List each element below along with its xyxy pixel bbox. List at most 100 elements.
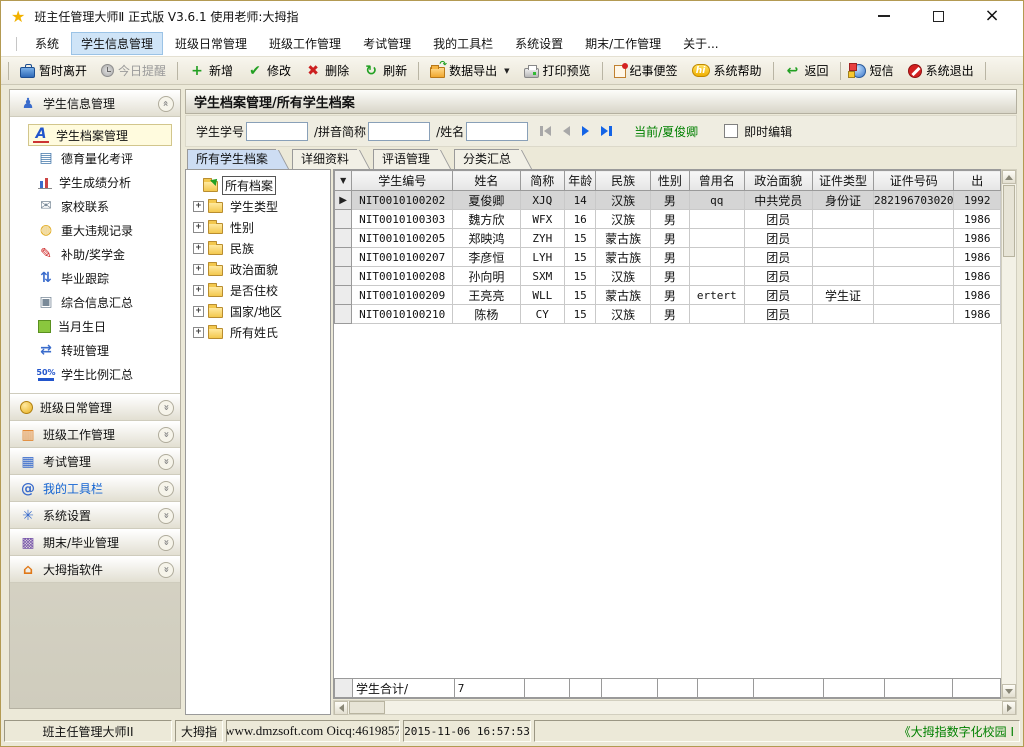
table-cell[interactable]: ertert [689, 286, 744, 305]
expand-plus-icon[interactable]: + [193, 327, 204, 338]
instant-edit-checkbox[interactable] [724, 124, 738, 138]
table-cell[interactable]: 15 [564, 305, 595, 324]
table-cell[interactable]: 蒙古族 [596, 286, 651, 305]
table-cell[interactable]: 男 [650, 191, 689, 210]
toolbar-button-2[interactable]: 今日提醒 [94, 59, 173, 83]
expand-chevron-icon[interactable]: » [158, 562, 174, 578]
menu-item-6[interactable]: 我的工具栏 [423, 32, 503, 55]
row-selector-cell[interactable] [335, 248, 352, 267]
menu-item-5[interactable]: 考试管理 [353, 32, 421, 55]
horizontal-scroll-thumb[interactable] [349, 701, 385, 714]
table-cell[interactable]: 282196703020 [874, 191, 954, 210]
table-cell[interactable]: 汉族 [596, 267, 651, 286]
table-cell[interactable]: 孙向明 [453, 267, 520, 286]
table-cell[interactable]: 1986 [954, 229, 1001, 248]
table-cell[interactable]: 团员 [744, 248, 812, 267]
table-cell[interactable]: 男 [650, 210, 689, 229]
table-cell[interactable] [813, 248, 874, 267]
table-cell[interactable]: 蒙古族 [596, 248, 651, 267]
sidebar-item-0-6[interactable]: ⇅毕业跟踪 [34, 266, 180, 290]
tree-item-1[interactable]: +学生类型 [190, 196, 330, 217]
table-cell[interactable] [689, 305, 744, 324]
table-cell[interactable]: SXM [520, 267, 564, 286]
table-row-2[interactable]: NIT0010100205郑映鸿ZYH15蒙古族男团员1986 [335, 229, 1001, 248]
nav-prev-button[interactable] [563, 126, 570, 136]
table-cell[interactable]: 团员 [744, 286, 812, 305]
toolbar-button-17[interactable]: 短信 [845, 59, 901, 83]
tree-item-3[interactable]: +民族 [190, 238, 330, 259]
expand-plus-icon[interactable]: + [193, 285, 204, 296]
table-cell[interactable]: 王亮亮 [453, 286, 520, 305]
current-row-marker[interactable]: ▶ [335, 191, 352, 210]
expand-plus-icon[interactable]: + [193, 243, 204, 254]
table-cell[interactable]: 夏俊卿 [453, 191, 520, 210]
expand-plus-icon[interactable]: + [193, 222, 204, 233]
table-cell[interactable]: NIT0010100207 [352, 248, 453, 267]
tree-item-6[interactable]: +国家/地区 [190, 301, 330, 322]
table-cell[interactable]: 男 [650, 286, 689, 305]
menu-item-3[interactable]: 班级日常管理 [165, 32, 257, 55]
scroll-up-arrow[interactable] [1002, 170, 1016, 184]
expand-chevron-icon[interactable]: » [158, 535, 174, 551]
table-cell[interactable]: CY [520, 305, 564, 324]
table-cell[interactable]: 1986 [954, 248, 1001, 267]
column-header-4[interactable]: 民族 [596, 171, 651, 191]
tree-item-7[interactable]: +所有姓氏 [190, 322, 330, 343]
sidebar-item-0-9[interactable]: ⇄转班管理 [34, 338, 180, 362]
expand-chevron-icon[interactable]: » [158, 400, 174, 416]
column-header-10[interactable]: 出 [954, 171, 1001, 191]
minimize-button[interactable] [873, 5, 895, 27]
table-cell[interactable]: WFX [520, 210, 564, 229]
toolbar-button-10[interactable]: 打印预览 [517, 59, 598, 83]
table-cell[interactable]: 1986 [954, 286, 1001, 305]
scroll-down-arrow[interactable] [1002, 684, 1016, 698]
table-cell[interactable] [874, 229, 954, 248]
sidebar-section-header-3[interactable]: ▦考试管理» [10, 448, 180, 475]
table-cell[interactable]: NIT0010100208 [352, 267, 453, 286]
expand-plus-icon[interactable]: + [193, 264, 204, 275]
column-header-3[interactable]: 年龄 [564, 171, 595, 191]
table-cell[interactable]: 陈杨 [453, 305, 520, 324]
toolbar-button-13[interactable]: hi系统帮助 [685, 59, 769, 83]
row-selector-cell[interactable] [335, 305, 352, 324]
tab-2[interactable]: 评语管理 [373, 149, 438, 169]
expand-chevron-icon[interactable]: » [158, 481, 174, 497]
table-cell[interactable] [874, 210, 954, 229]
sidebar-item-0-5[interactable]: ✎补助/奖学金 [34, 242, 180, 266]
table-cell[interactable]: LYH [520, 248, 564, 267]
table-cell[interactable]: 李彦恒 [453, 248, 520, 267]
table-cell[interactable]: 1986 [954, 210, 1001, 229]
toolbar-button-15[interactable]: ↩返回 [778, 59, 836, 83]
tree-item-5[interactable]: +是否住校 [190, 280, 330, 301]
table-cell[interactable]: 身份证 [813, 191, 874, 210]
table-cell[interactable]: 16 [564, 210, 595, 229]
table-cell[interactable]: NIT0010100209 [352, 286, 453, 305]
nav-last-button[interactable] [601, 126, 612, 136]
table-cell[interactable] [689, 229, 744, 248]
row-selector-cell[interactable] [335, 229, 352, 248]
column-header-1[interactable]: 姓名 [453, 171, 520, 191]
sidebar-item-0-1[interactable]: ▤德育量化考评 [34, 146, 180, 170]
table-cell[interactable]: 魏方欣 [453, 210, 520, 229]
sidebar-item-0-3[interactable]: ✉家校联系 [34, 194, 180, 218]
search-input-1[interactable] [368, 122, 430, 141]
table-row-1[interactable]: NIT0010100303魏方欣WFX16汉族男团员1986 [335, 210, 1001, 229]
scroll-track[interactable] [1002, 258, 1016, 684]
table-cell[interactable] [874, 286, 954, 305]
sidebar-item-0-0[interactable]: A学生档案管理 [28, 124, 172, 146]
toolbar-button-5[interactable]: ✔修改 [240, 59, 298, 83]
table-cell[interactable] [874, 267, 954, 286]
sidebar-section-header-7[interactable]: ⌂大拇指软件» [10, 556, 180, 583]
menu-item-1[interactable]: 系统 [25, 32, 69, 55]
table-cell[interactable]: 15 [564, 267, 595, 286]
toolbar-button-18[interactable]: 系统退出 [901, 59, 981, 83]
row-selector-cell[interactable] [335, 286, 352, 305]
table-cell[interactable]: 汉族 [596, 210, 651, 229]
table-cell[interactable] [689, 210, 744, 229]
row-selector-cell[interactable] [335, 210, 352, 229]
sidebar-item-0-2[interactable]: 学生成绩分析 [34, 170, 180, 194]
table-cell[interactable]: 汉族 [596, 191, 651, 210]
column-header-5[interactable]: 性别 [650, 171, 689, 191]
collapse-chevron-icon[interactable]: » [158, 96, 174, 112]
expand-plus-icon[interactable]: + [193, 201, 204, 212]
